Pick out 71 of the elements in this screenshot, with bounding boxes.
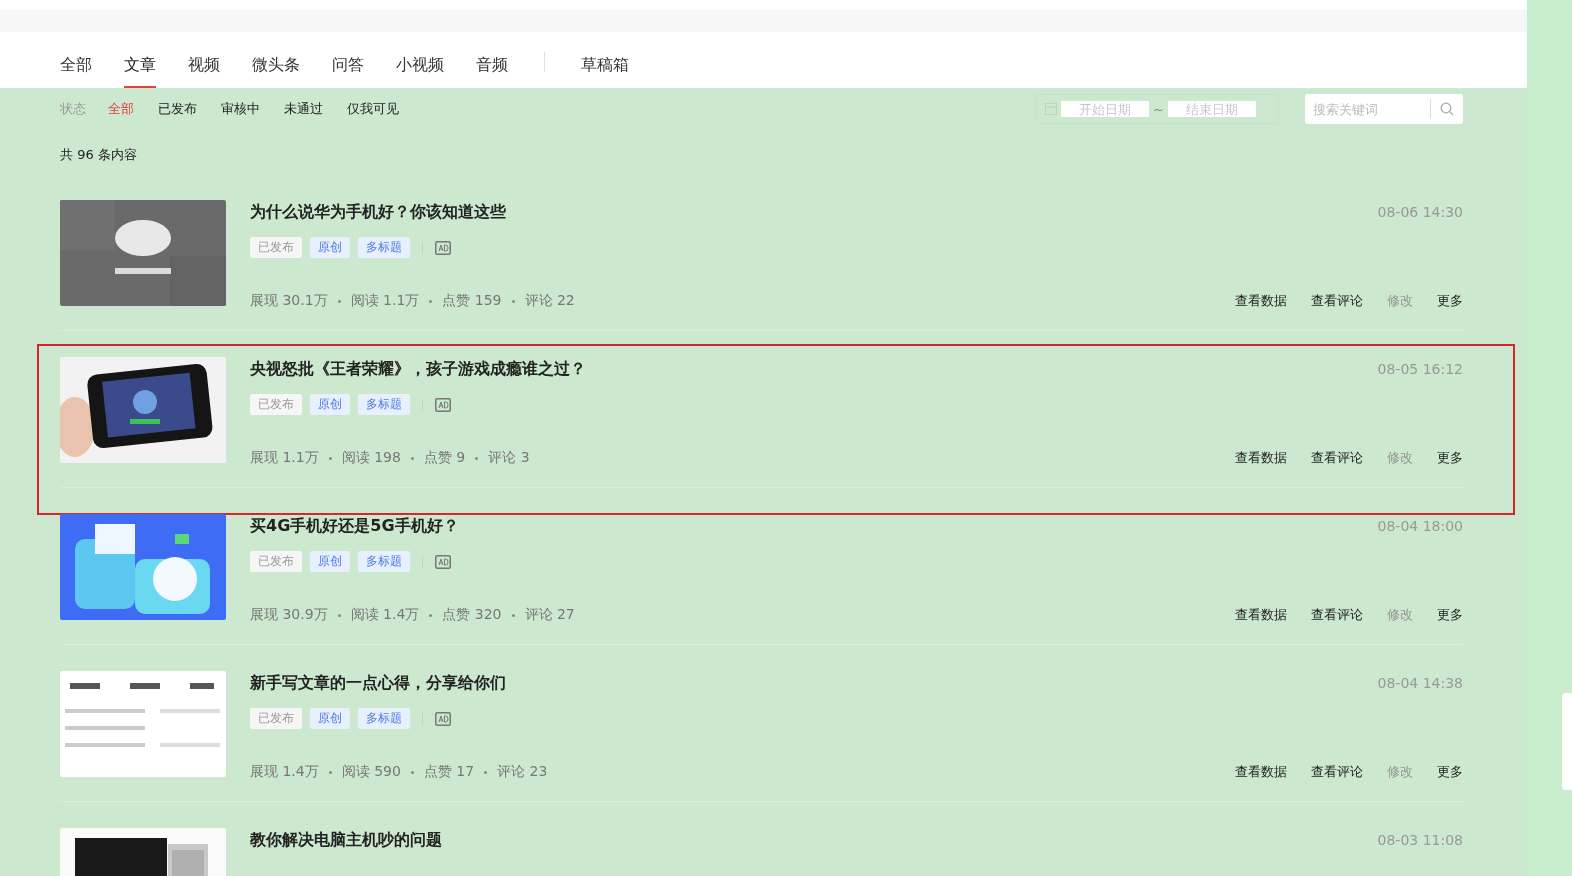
- status-filter[interactable]: 审核中: [221, 100, 260, 118]
- article-action[interactable]: 查看评论: [1311, 449, 1363, 467]
- article-tag: 原创: [310, 394, 350, 415]
- article-stat: 点赞 159: [442, 292, 502, 310]
- status-filter[interactable]: 仅我可见: [347, 100, 399, 118]
- article-action[interactable]: 查看数据: [1235, 449, 1287, 467]
- search-field[interactable]: 搜索关键词: [1305, 94, 1463, 124]
- article-stat: 展现 1.1万: [250, 449, 319, 467]
- article-stat: 阅读 1.4万: [350, 606, 420, 624]
- publish-time: 08-05 16:12: [1377, 361, 1463, 377]
- publish-time: 08-06 14:30: [1377, 204, 1463, 220]
- article-stat: 点赞 9: [423, 449, 466, 467]
- status-filter[interactable]: 未通过: [284, 100, 323, 118]
- article-stat: 评论 23: [497, 763, 548, 781]
- article-stat: 评论 27: [524, 606, 575, 624]
- content-tab[interactable]: 微头条: [252, 55, 300, 88]
- content-tab[interactable]: 问答: [332, 55, 364, 88]
- article-title[interactable]: 教你解决电脑主机吵的问题: [250, 830, 442, 851]
- article-tag: 已发布: [250, 708, 302, 729]
- article-action[interactable]: 更多: [1437, 292, 1463, 310]
- range-separator: ~: [1153, 101, 1164, 117]
- article-tag: 原创: [310, 237, 350, 258]
- article-tag: 已发布: [250, 551, 302, 572]
- article-action[interactable]: 更多: [1437, 763, 1463, 781]
- ad-icon: [435, 397, 451, 412]
- content-tab[interactable]: 全部: [60, 55, 92, 88]
- article-action[interactable]: 查看评论: [1311, 292, 1363, 310]
- content-tab[interactable]: 小视频: [396, 55, 444, 88]
- article-title[interactable]: 为什么说华为手机好？你该知道这些: [250, 202, 506, 223]
- status-label: 状态: [60, 100, 86, 118]
- article-action[interactable]: 查看数据: [1235, 292, 1287, 310]
- article-title[interactable]: 央视怒批《王者荣耀》，孩子游戏成瘾谁之过？: [250, 359, 586, 380]
- article-tag: 多标题: [358, 551, 410, 572]
- article-stat: 评论 3: [488, 449, 530, 467]
- ad-icon: [435, 711, 451, 726]
- article-action[interactable]: 查看评论: [1311, 606, 1363, 624]
- article-stat: 阅读 1.1万: [350, 292, 420, 310]
- ad-icon: [435, 240, 451, 255]
- article-action[interactable]: 更多: [1437, 606, 1463, 624]
- article-action[interactable]: 查看数据: [1235, 606, 1287, 624]
- status-filter[interactable]: 已发布: [158, 100, 197, 118]
- content-tab[interactable]: 文章: [124, 55, 156, 88]
- article-tag: 原创: [310, 708, 350, 729]
- article-tag: 已发布: [250, 237, 302, 258]
- total-count: 共 96 条内容: [59, 146, 138, 164]
- article-stat: 展现 30.1万: [250, 292, 328, 310]
- content-tab[interactable]: 音频: [476, 55, 508, 88]
- publish-time: 08-04 14:38: [1377, 675, 1463, 691]
- article-tag: 原创: [310, 551, 350, 572]
- article-action[interactable]: 查看数据: [1235, 763, 1287, 781]
- article-title[interactable]: 买4G手机好还是5G手机好？: [250, 516, 459, 537]
- article-stat: 展现 1.4万: [250, 763, 319, 781]
- article-stat: 展现 30.9万: [250, 606, 328, 624]
- article-tag: 多标题: [358, 394, 410, 415]
- ad-icon: [435, 554, 451, 569]
- article-stat: 评论 22: [524, 292, 575, 310]
- article-stat: 阅读 198: [341, 449, 401, 467]
- article-tag: 多标题: [358, 708, 410, 729]
- article-stat: 阅读 590: [341, 763, 401, 781]
- article-stat: 点赞 320: [442, 606, 502, 624]
- article-stat: 点赞 17: [423, 763, 475, 781]
- search-icon[interactable]: [1440, 102, 1454, 116]
- article-action[interactable]: 查看评论: [1311, 763, 1363, 781]
- drafts-tab[interactable]: 草稿箱: [581, 55, 629, 88]
- article-tag: 已发布: [250, 394, 302, 415]
- content-tab[interactable]: 视频: [188, 55, 220, 88]
- publish-time: 08-03 11:08: [1377, 832, 1463, 848]
- article-title[interactable]: 新手写文章的一点心得，分享给你们: [250, 673, 506, 694]
- article-action[interactable]: 更多: [1437, 449, 1463, 467]
- article-tag: 多标题: [358, 237, 410, 258]
- publish-time: 08-04 18:00: [1377, 518, 1463, 534]
